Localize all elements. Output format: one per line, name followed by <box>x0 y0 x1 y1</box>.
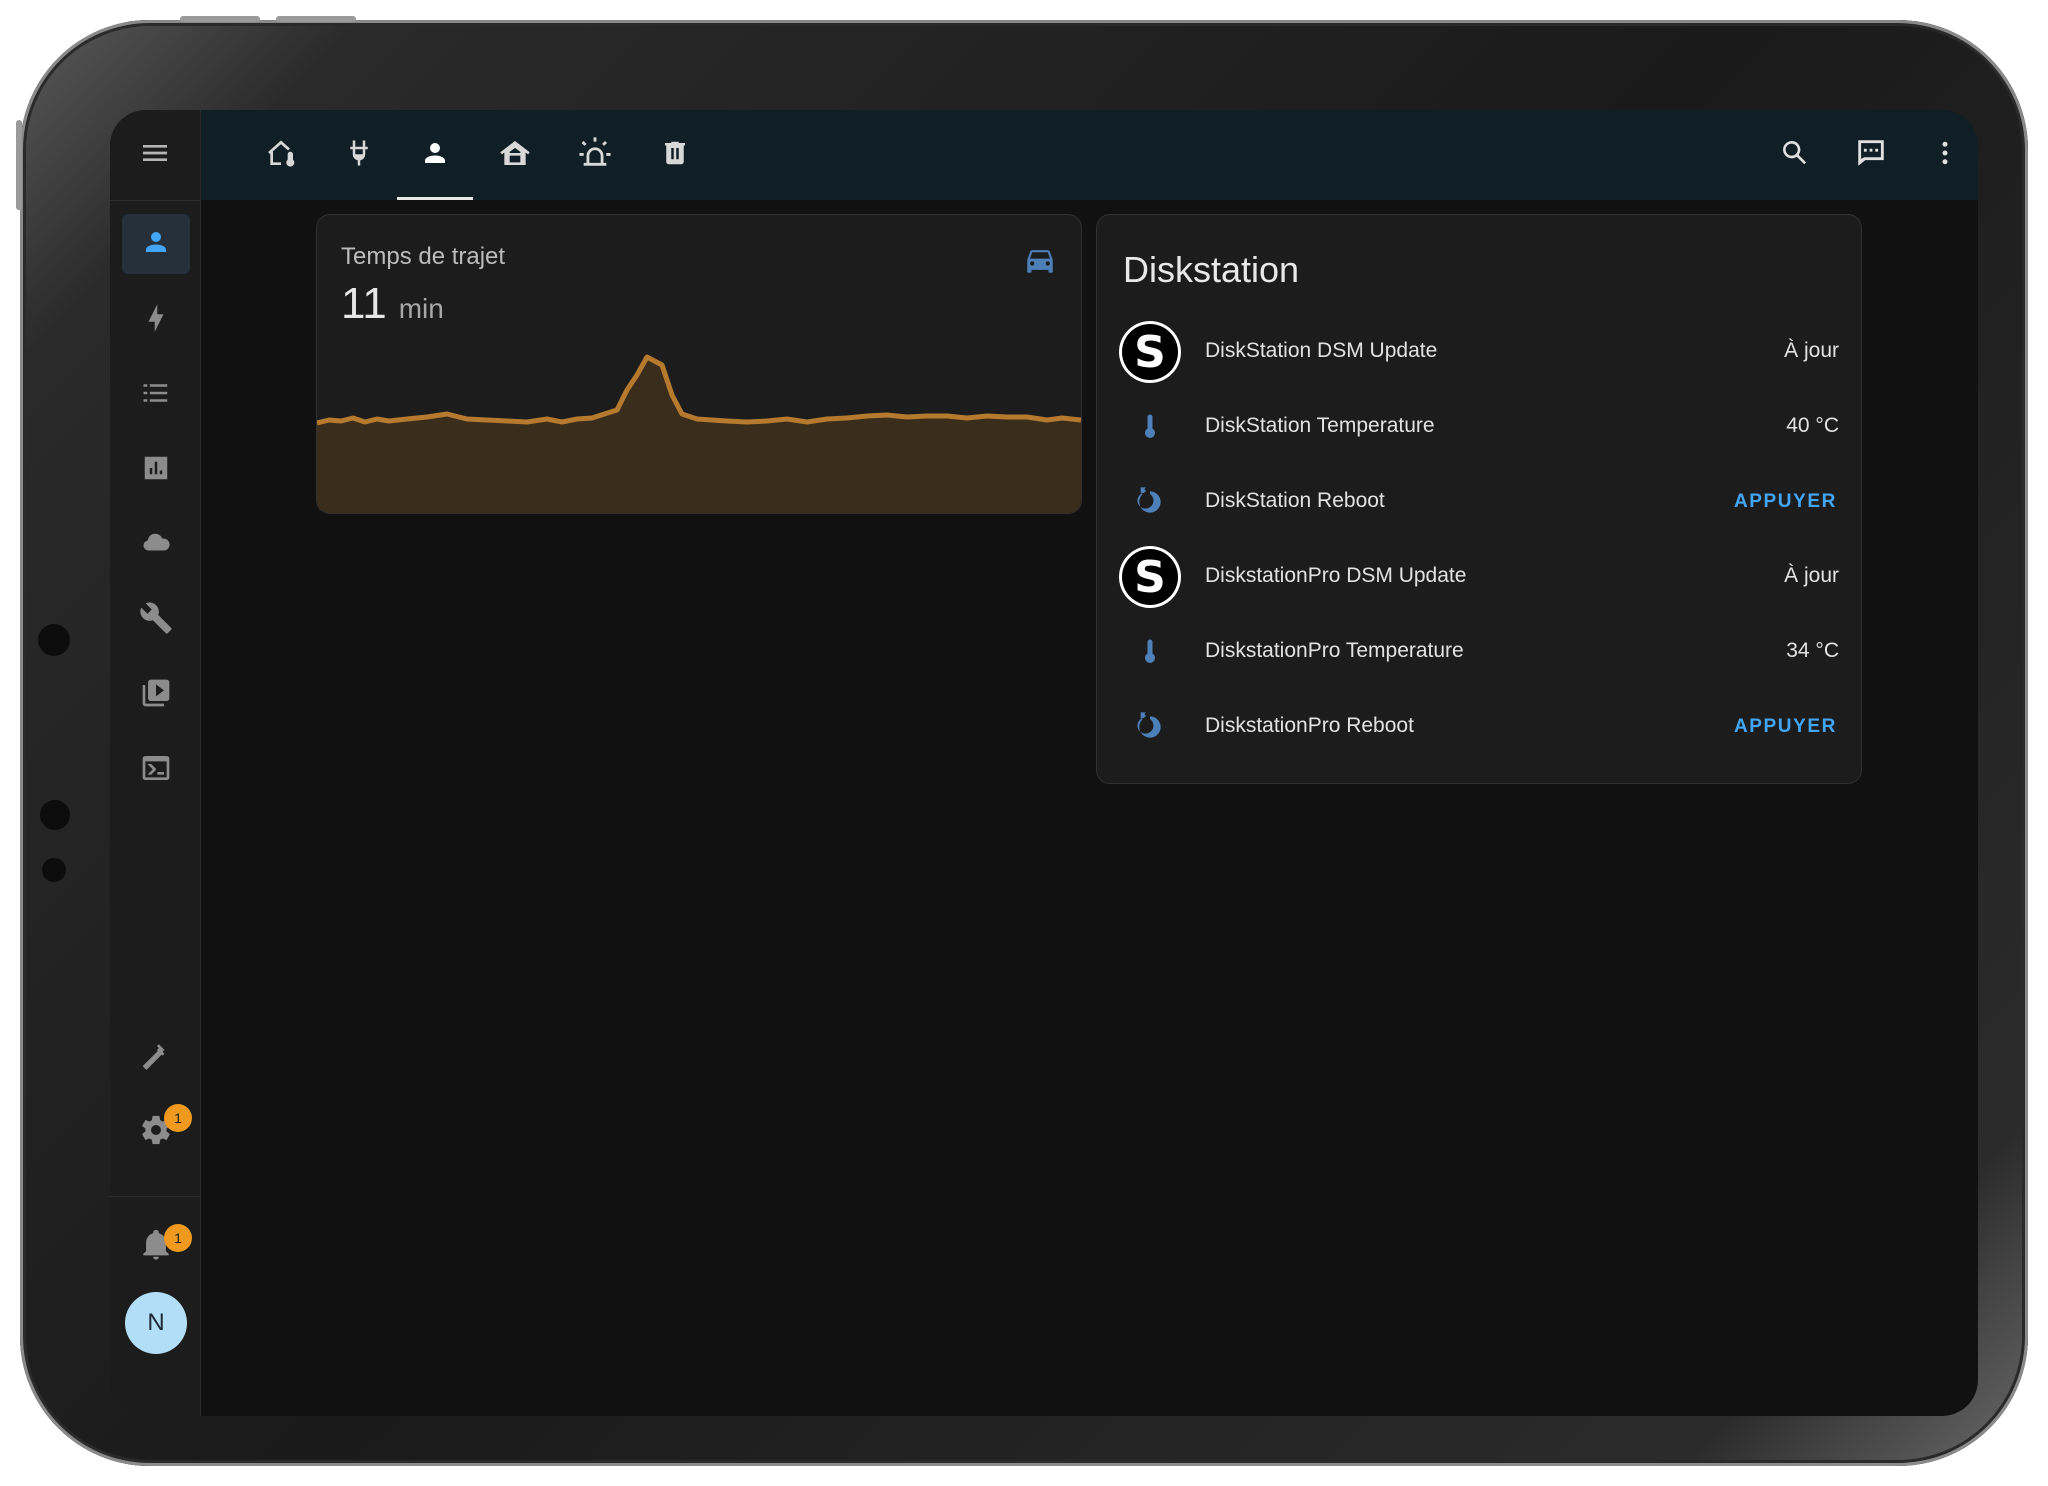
more-vertical-icon <box>1930 138 1960 173</box>
restart-icon <box>1119 471 1181 533</box>
thermometer-icon <box>1119 396 1181 458</box>
sidebar-item-energy[interactable] <box>122 290 190 350</box>
sidebar-item-tools[interactable] <box>122 590 190 650</box>
entity-name: DiskStation Reboot <box>1205 489 1385 512</box>
hammer-icon <box>140 1040 172 1077</box>
thermometer-icon <box>1119 621 1181 683</box>
notifications-badge: 1 <box>164 1224 192 1252</box>
travel-time-card[interactable]: Temps de trajet 11 min <box>316 214 1082 514</box>
diskstation-card: Diskstation S DiskStation DSM Update À j… <box>1096 214 1862 784</box>
app-screen: 1 1 N Temps de trajet 11 min Diskstation… <box>110 110 1978 1416</box>
sidebar-header <box>110 110 200 201</box>
side-button <box>16 120 22 210</box>
entity-name: DiskStation Temperature <box>1205 414 1435 437</box>
camera-sensor <box>38 624 70 656</box>
sidebar-item-cloud[interactable] <box>122 515 190 575</box>
sidebar-divider <box>110 1196 200 1197</box>
sensor-unit: min <box>398 293 444 324</box>
restart-icon <box>1119 696 1181 758</box>
sensor-value: 11 <box>341 279 387 328</box>
tab-climate[interactable] <box>243 110 319 200</box>
active-tab-indicator <box>397 197 473 200</box>
entity-state: 40 °C <box>1786 414 1839 437</box>
account-icon <box>420 138 450 173</box>
sensor-value-wrap: 11 min <box>341 279 444 329</box>
chart-box-icon <box>141 453 171 488</box>
alarm-light-icon <box>578 136 612 175</box>
home-roof-icon <box>499 137 531 174</box>
entity-state: À jour <box>1784 564 1839 587</box>
entity-name: DiskstationPro Temperature <box>1205 639 1464 662</box>
menu-icon[interactable] <box>139 137 171 174</box>
card-title: Diskstation <box>1123 249 1300 290</box>
press-button[interactable]: APPUYER <box>1726 706 1845 748</box>
entity-name: DiskstationPro DSM Update <box>1205 564 1467 587</box>
trash-can-icon <box>660 137 690 174</box>
home-thermometer-icon <box>265 137 297 174</box>
search-icon <box>1779 137 1811 174</box>
entity-row: DiskStation Reboot APPUYER <box>1119 465 1839 540</box>
sidebar-item-developer-tools[interactable] <box>122 1028 190 1088</box>
entity-row[interactable]: DiskstationPro Temperature 34 °C <box>1119 615 1839 690</box>
settings-badge: 1 <box>164 1104 192 1132</box>
entity-name: DiskstationPro Reboot <box>1205 714 1414 737</box>
press-button[interactable]: APPUYER <box>1726 481 1845 523</box>
tab-power[interactable] <box>321 110 397 200</box>
account-icon <box>141 227 171 262</box>
car-icon <box>1023 243 1057 282</box>
search-button[interactable] <box>1763 110 1827 200</box>
sidebar-item-logbook[interactable] <box>122 365 190 425</box>
tab-house[interactable] <box>477 110 553 200</box>
sidebar-item-settings[interactable]: 1 <box>122 1102 192 1162</box>
camera-lens <box>40 800 70 830</box>
lightning-bolt-icon <box>141 303 171 338</box>
sidebar-item-history[interactable] <box>122 440 190 500</box>
history-graph-line <box>317 354 1081 426</box>
volume-button-top <box>180 16 260 22</box>
assist-chat-icon <box>1854 136 1888 175</box>
sidebar-item-terminal[interactable] <box>122 740 190 800</box>
power-plug-icon <box>344 137 374 174</box>
cloud-icon <box>139 528 173 563</box>
volume-button-top-2 <box>276 16 356 22</box>
entity-row: DiskstationPro Reboot APPUYER <box>1119 690 1839 765</box>
format-list-icon <box>141 378 171 413</box>
tab-person[interactable] <box>397 110 473 200</box>
entity-name: DiskStation DSM Update <box>1205 339 1438 362</box>
sensor-name: Temps de trajet <box>341 243 506 270</box>
user-avatar[interactable]: N <box>125 1292 187 1354</box>
tab-trash[interactable] <box>637 110 713 200</box>
tablet-frame: 1 1 N Temps de trajet 11 min Diskstation… <box>16 16 2028 1466</box>
synology-logo: S <box>1119 546 1181 608</box>
camera-sensor-2 <box>42 858 66 882</box>
history-graph-fill <box>317 357 1081 513</box>
wrench-icon <box>139 601 173 640</box>
sidebar-item-notifications[interactable]: 1 <box>122 1216 192 1276</box>
synology-logo: S <box>1119 321 1181 383</box>
sidebar-item-profile[interactable] <box>122 214 190 274</box>
entity-row[interactable]: S DiskStation DSM Update À jour <box>1119 315 1839 390</box>
assist-button[interactable] <box>1839 110 1903 200</box>
sidebar-item-media[interactable] <box>122 665 190 725</box>
top-toolbar <box>201 110 1978 200</box>
play-box-multiple-icon <box>140 677 172 714</box>
sidebar: 1 1 N <box>110 110 201 1416</box>
entity-row[interactable]: S DiskstationPro DSM Update À jour <box>1119 540 1839 615</box>
console-icon <box>140 752 172 789</box>
history-graph <box>317 354 1081 513</box>
entity-row[interactable]: DiskStation Temperature 40 °C <box>1119 390 1839 465</box>
tab-alarm[interactable] <box>557 110 633 200</box>
entity-state: À jour <box>1784 339 1839 362</box>
entity-state: 34 °C <box>1786 639 1839 662</box>
overflow-menu-button[interactable] <box>1913 110 1977 200</box>
